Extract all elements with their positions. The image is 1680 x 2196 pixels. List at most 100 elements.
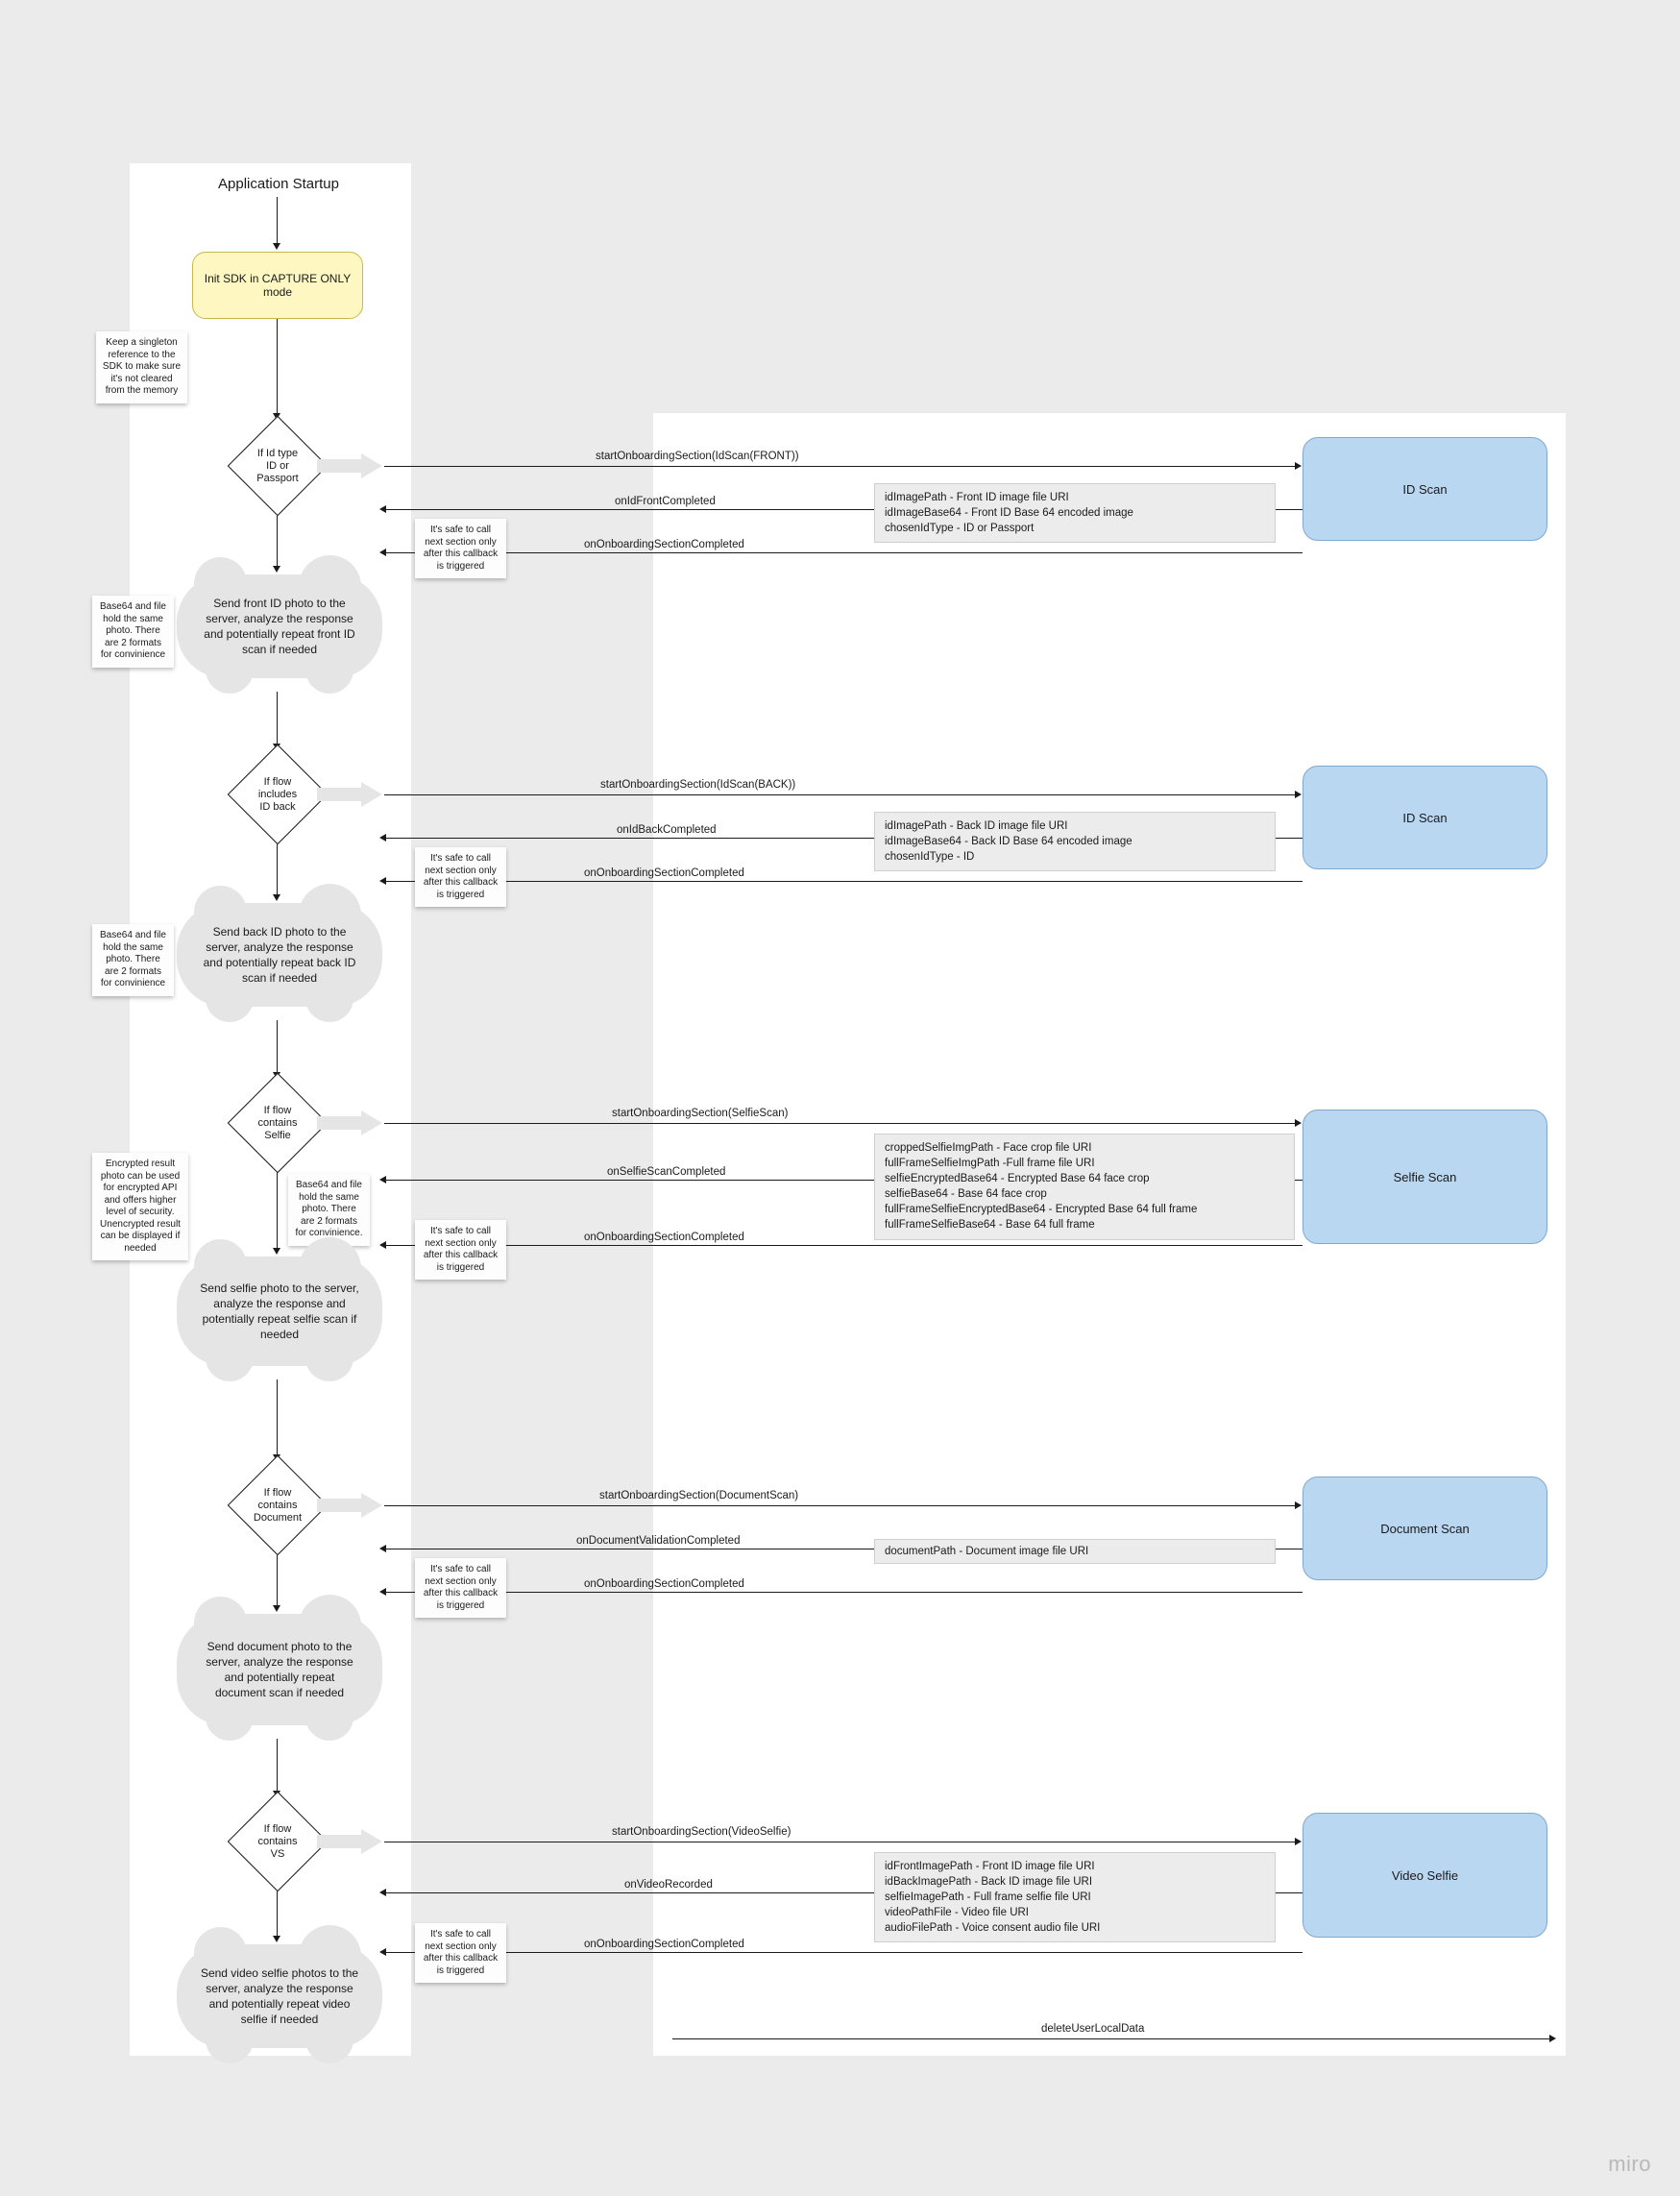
callback-section-completed-5: onOnboardingSectionCompleted: [584, 1939, 744, 1950]
data-line: documentPath - Document image file URI: [885, 1544, 1265, 1559]
callback-document-completed: onDocumentValidationCompleted: [576, 1535, 740, 1547]
data-line: selfieImagePath - Full frame selfie file…: [885, 1890, 1265, 1905]
call-start-front: startOnboardingSection(IdScan(FRONT)): [596, 451, 799, 462]
arrow-left-icon: [379, 1545, 386, 1552]
data-line: idImageBase64 - Front ID Base 64 encoded…: [885, 505, 1265, 521]
sticky-base64-front: Base64 and file hold the same photo. The…: [92, 596, 174, 668]
arrow-left-icon: [379, 1241, 386, 1249]
connector: [277, 1020, 278, 1074]
arrow-left-icon: [379, 505, 386, 513]
init-sdk-node: Init SDK in CAPTURE ONLY mode: [192, 252, 363, 319]
connector: [384, 1245, 1303, 1246]
sticky-safe-3: It's safe to call next section only afte…: [415, 1220, 506, 1280]
data-line: idBackImagePath - Back ID image file URI: [885, 1874, 1265, 1890]
sticky-base64-back: Base64 and file hold the same photo. The…: [92, 924, 174, 996]
callback-section-completed-2: onOnboardingSectionCompleted: [584, 867, 744, 879]
cloud-label: Send selfie photo to the server, analyze…: [198, 1281, 361, 1343]
sticky-encrypted: Encrypted result photo can be used for e…: [92, 1153, 188, 1260]
data-line: chosenIdType - ID: [885, 849, 1265, 865]
data-line: chosenIdType - ID or Passport: [885, 521, 1265, 536]
call-start-document: startOnboardingSection(DocumentScan): [599, 1490, 798, 1501]
flow-arrow-icon: [317, 453, 384, 478]
flow-arrow-icon: [317, 1493, 384, 1518]
arrow-right-icon: [1295, 462, 1302, 470]
sticky-singleton: Keep a singleton reference to the SDK to…: [96, 331, 187, 403]
arrow-left-icon: [379, 877, 386, 885]
init-sdk-label: Init SDK in CAPTURE ONLY mode: [203, 272, 353, 299]
data-back-id: idImagePath - Back ID image file URI idI…: [874, 812, 1276, 871]
arrow-right-icon: [1549, 2035, 1556, 2042]
arrow-left-icon: [379, 1889, 386, 1896]
connector: [277, 319, 278, 415]
data-line: idImagePath - Back ID image file URI: [885, 818, 1265, 834]
arrow-left-icon: [379, 1588, 386, 1596]
arrow-right-icon: [1295, 1119, 1302, 1127]
connector: [384, 1592, 1303, 1593]
cloud-document: Send document photo to the server, analy…: [177, 1614, 382, 1725]
cloud-label: Send video selfie photos to the server, …: [198, 1965, 361, 2028]
arrow-left-icon: [379, 834, 386, 842]
video-selfie-box: Video Selfie: [1303, 1813, 1547, 1938]
arrow-down-icon: [273, 243, 280, 250]
connector: [277, 1739, 278, 1793]
arrow-right-icon: [1295, 1838, 1302, 1845]
connector: [384, 1180, 874, 1181]
connector: [277, 692, 278, 745]
flow-arrow-icon: [317, 1110, 384, 1135]
connector: [277, 844, 278, 896]
callback-section-completed-3: onOnboardingSectionCompleted: [584, 1232, 744, 1243]
connector: [384, 552, 1303, 553]
call-delete: deleteUserLocalData: [1041, 2023, 1144, 2035]
connector: [277, 197, 278, 245]
connector: [277, 516, 278, 568]
sticky-base64-selfie: Base64 and file hold the same photo. The…: [288, 1174, 370, 1246]
data-line: idFrontImagePath - Front ID image file U…: [885, 1859, 1265, 1874]
callback-selfie-completed: onSelfieScanCompleted: [607, 1166, 725, 1178]
cloud-front-id: Send front ID photo to the server, analy…: [177, 574, 382, 678]
connector: [384, 466, 1297, 467]
document-scan-box: Document Scan: [1303, 1476, 1547, 1580]
id-scan-back-label: ID Scan: [1402, 811, 1447, 825]
arrow-down-icon: [273, 894, 280, 901]
flowchart-canvas: Application Startup Init SDK in CAPTURE …: [0, 0, 1680, 2196]
data-front-id: idImagePath - Front ID image file URI id…: [874, 483, 1276, 543]
arrow-left-icon: [379, 1948, 386, 1956]
connector: [384, 881, 1303, 882]
cloud-selfie: Send selfie photo to the server, analyze…: [177, 1257, 382, 1366]
connector: [384, 838, 874, 839]
cloud-label: Send back ID photo to the server, analyz…: [198, 924, 361, 987]
data-line: fullFrameSelfieBase64 - Base 64 full fra…: [885, 1217, 1284, 1232]
cloud-back-id: Send back ID photo to the server, analyz…: [177, 903, 382, 1007]
call-start-selfie: startOnboardingSection(SelfieScan): [612, 1108, 788, 1119]
selfie-scan-box: Selfie Scan: [1303, 1110, 1547, 1244]
flow-arrow-icon: [317, 782, 384, 807]
arrow-down-icon: [273, 1936, 280, 1942]
callback-front-completed: onIdFrontCompleted: [615, 496, 716, 507]
connector: [1295, 1180, 1303, 1181]
data-document: documentPath - Document image file URI: [874, 1539, 1276, 1564]
connector: [672, 2038, 1551, 2039]
connector: [384, 1892, 874, 1893]
connector: [277, 1891, 278, 1938]
connector: [277, 1173, 278, 1250]
data-line: audioFilePath - Voice consent audio file…: [885, 1920, 1265, 1936]
miro-logo: miro: [1608, 2152, 1651, 2177]
id-scan-box-front: ID Scan: [1303, 437, 1547, 541]
connector: [277, 1555, 278, 1607]
sticky-safe-4: It's safe to call next section only afte…: [415, 1558, 506, 1618]
data-line: idImagePath - Front ID image file URI: [885, 490, 1265, 505]
video-selfie-label: Video Selfie: [1392, 1868, 1458, 1883]
arrow-down-icon: [273, 566, 280, 573]
id-scan-box-back: ID Scan: [1303, 766, 1547, 869]
connector: [384, 1952, 1303, 1953]
id-scan-label: ID Scan: [1402, 482, 1447, 497]
cloud-label: Send document photo to the server, analy…: [198, 1639, 361, 1701]
arrow-left-icon: [379, 1176, 386, 1183]
callback-video-recorded: onVideoRecorded: [624, 1879, 713, 1891]
connector: [277, 1379, 278, 1456]
data-line: croppedSelfieImgPath - Face crop file UR…: [885, 1140, 1284, 1156]
data-video: idFrontImagePath - Front ID image file U…: [874, 1852, 1276, 1942]
call-start-video: startOnboardingSection(VideoSelfie): [612, 1826, 791, 1838]
data-line: fullFrameSelfieImgPath -Full frame file …: [885, 1156, 1284, 1171]
data-line: fullFrameSelfieEncryptedBase64 - Encrypt…: [885, 1202, 1284, 1217]
